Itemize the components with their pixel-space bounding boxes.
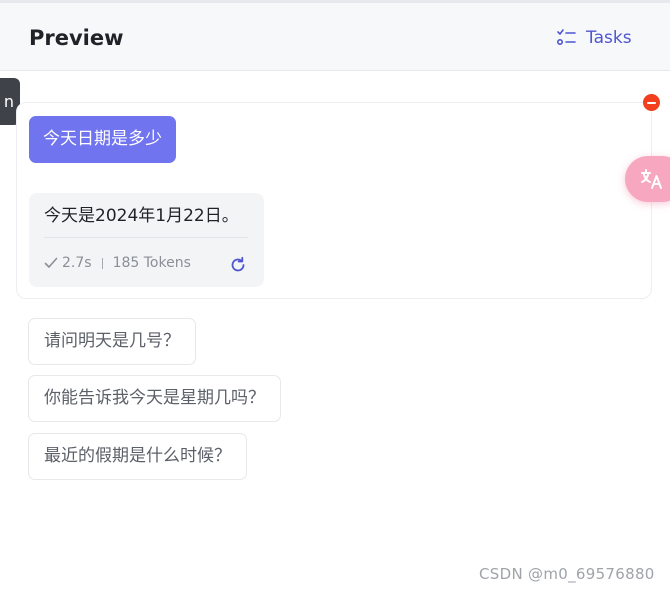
check-icon <box>44 256 58 270</box>
duration: 2.7s <box>62 255 92 271</box>
suggestion-chip[interactable]: 最近的假期是什么时候？ <box>28 433 247 480</box>
bot-message: 今天是2024年1月22日。 2.7s 185 Tokens <box>29 193 264 287</box>
divider <box>44 237 248 238</box>
meta-separator <box>101 257 103 269</box>
page-title: Preview <box>29 26 124 50</box>
translate-icon[interactable] <box>625 156 670 202</box>
suggestion-chip[interactable]: 你能告诉我今天是星期几吗？ <box>28 375 281 422</box>
preview-header: Preview Tasks <box>0 3 670 71</box>
user-message: 今天日期是多少 <box>29 116 176 163</box>
refresh-icon[interactable] <box>228 255 248 275</box>
tasks-label: Tasks <box>586 28 632 48</box>
token-count: 185 Tokens <box>112 255 191 271</box>
tasks-button[interactable]: Tasks <box>556 25 632 51</box>
checklist-icon <box>556 28 576 48</box>
suggestion-chip[interactable]: 请问明天是几号？ <box>28 318 196 365</box>
watermark: CSDN @m0_69576880 <box>479 565 655 583</box>
message-meta: 2.7s 185 Tokens <box>44 253 191 273</box>
bot-message-text: 今天是2024年1月22日。 <box>44 206 239 226</box>
remove-icon[interactable] <box>643 94 660 111</box>
